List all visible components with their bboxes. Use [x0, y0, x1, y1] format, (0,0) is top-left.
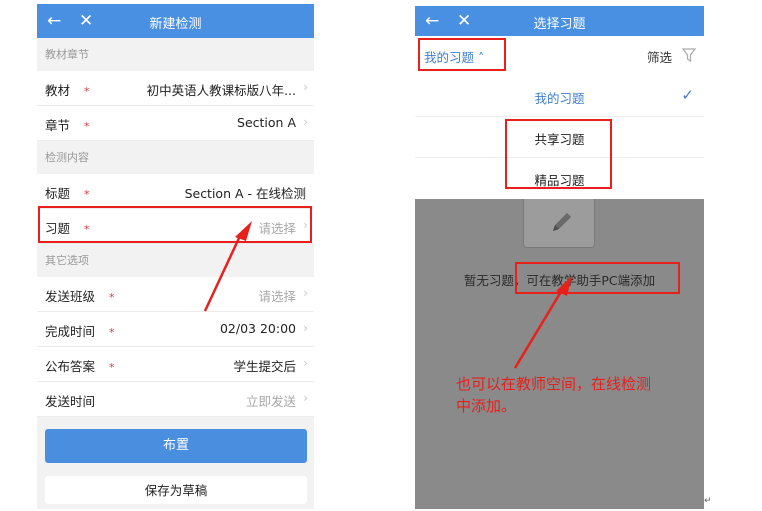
- arrow-left: [203, 221, 252, 312]
- annotation-arrows: [203, 221, 572, 369]
- paragraph-mark: ↵: [704, 496, 712, 506]
- annotation-note: 也可以在教师空间，在线检测 中添加。: [456, 373, 651, 417]
- arrow-right: [513, 276, 572, 369]
- note-line-1: 也可以在教师空间，在线检测: [456, 375, 652, 393]
- note-line-2: 中添加。: [456, 397, 517, 415]
